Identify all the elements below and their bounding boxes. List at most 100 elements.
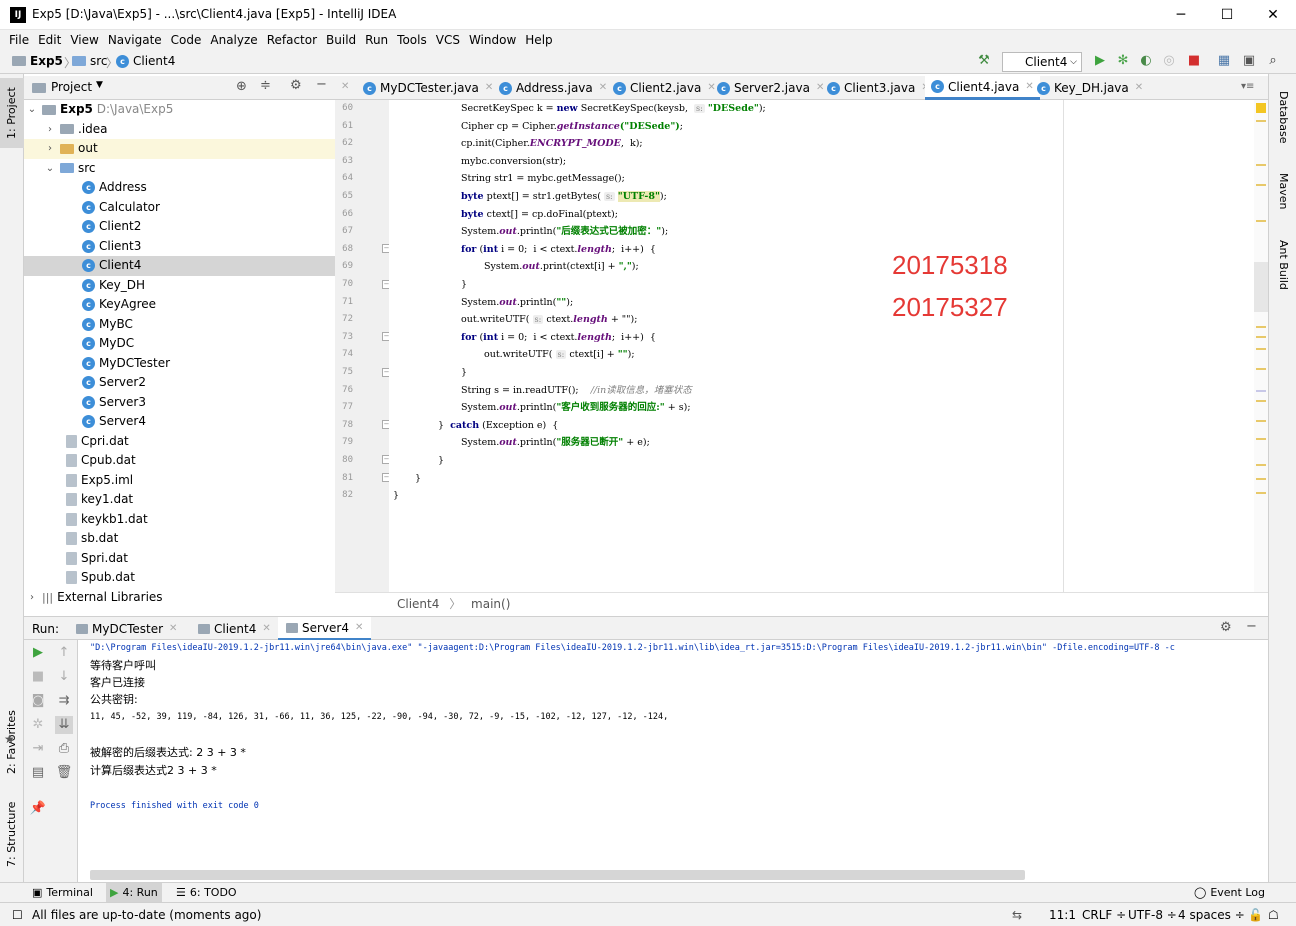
debug-icon[interactable]: ✻ (1115, 53, 1131, 69)
editor-scrollbar[interactable] (1254, 100, 1268, 592)
breadcrumb-project[interactable]: Exp5 (12, 54, 63, 68)
terminal-tool-tab[interactable]: ▣ Terminal (32, 883, 93, 903)
menu-tools[interactable]: Tools (394, 30, 430, 50)
maximize-button[interactable]: ☐ (1204, 0, 1250, 30)
tree-item-src[interactable]: ⌄ src (24, 159, 335, 179)
run-icon[interactable]: ▶ (1092, 53, 1108, 69)
menu-navigate[interactable]: Navigate (105, 30, 165, 50)
tree-item-client4[interactable]: c Client4 (24, 256, 335, 276)
tree-item-mydc[interactable]: c MyDC (24, 334, 335, 354)
hide-panel-icon[interactable]: − (1246, 619, 1257, 634)
tree-item-cpub-dat[interactable]: Cpub.dat (24, 451, 335, 471)
hide-panel-icon[interactable]: − (316, 77, 327, 92)
rerun-icon[interactable]: ▶ (29, 644, 47, 662)
file-encoding[interactable]: UTF-8 ÷ (1128, 906, 1177, 924)
layout-icon[interactable]: ▤ (29, 764, 47, 782)
scroll-thumb[interactable] (1254, 262, 1268, 312)
menu-vcs[interactable]: VCS (433, 30, 463, 50)
terminal-window-icon[interactable]: ▣ (1241, 53, 1257, 69)
database-tool-tab[interactable]: Database (1269, 82, 1296, 152)
menu-build[interactable]: Build (323, 30, 359, 50)
close-button[interactable]: ✕ (1250, 0, 1296, 30)
breadcrumb-src[interactable]: src (72, 54, 108, 68)
menu-file[interactable]: File (6, 30, 32, 50)
project-structure-icon[interactable]: ▦ (1216, 53, 1232, 69)
tab-server2[interactable]: c Server2.java ✕ (711, 76, 830, 100)
menu-code[interactable]: Code (168, 30, 205, 50)
menu-view[interactable]: View (67, 30, 101, 50)
structure-tool-tab[interactable]: 7: Structure (0, 792, 24, 876)
line-separator[interactable]: CRLF ÷ (1082, 906, 1126, 924)
project-tool-tab[interactable]: 1: Project (0, 78, 24, 148)
tree-item-idea[interactable]: › .idea (24, 120, 335, 140)
git-branch-icon[interactable]: ⇆ (1012, 906, 1022, 924)
tree-item-sb-dat[interactable]: sb.dat (24, 529, 335, 549)
stop-icon[interactable]: ■ (29, 668, 47, 686)
tab-client3[interactable]: cClient3.java✕ (821, 76, 936, 100)
console-horizontal-scrollbar[interactable] (90, 870, 1025, 880)
close-icon[interactable]: ✕ (169, 617, 177, 641)
console-output[interactable]: "D:\Program Files\ideaIU-2019.1.2-jbr11.… (78, 640, 1268, 882)
exit-icon[interactable]: ⇥ (29, 740, 47, 758)
trash-icon[interactable]: 🗑 (55, 764, 73, 782)
project-view-select[interactable]: Project (51, 80, 92, 94)
profile-icon[interactable]: ◎ (1161, 53, 1177, 69)
close-icon[interactable]: ✕ (355, 616, 363, 640)
build-hammer-icon[interactable]: ⚒ (976, 53, 992, 69)
tree-item-client3[interactable]: c Client3 (24, 237, 335, 257)
menu-edit[interactable]: Edit (35, 30, 64, 50)
run-tab-mydctester[interactable]: MyDCTester ✕ (68, 617, 185, 641)
collapse-all-icon[interactable]: ≑ (260, 78, 271, 93)
event-log-tool-tab[interactable]: ◯ Event Log (1194, 883, 1265, 903)
coverage-icon[interactable]: ◐ (1138, 53, 1154, 69)
soft-wrap-icon[interactable]: ⇉ (55, 692, 73, 710)
tree-item-mybc[interactable]: c MyBC (24, 315, 335, 335)
run-tool-tab[interactable]: ▶ 4: Run (106, 883, 162, 903)
tree-item-address[interactable]: c Address (24, 178, 335, 198)
tree-item-calculator[interactable]: c Calculator (24, 198, 335, 218)
run-configuration-select[interactable]: Client4 ⌵ (1002, 52, 1082, 72)
tree-item-spub-dat[interactable]: Spub.dat (24, 568, 335, 588)
tree-item-key-dh[interactable]: c Key_DH (24, 276, 335, 296)
breadcrumb-file[interactable]: c Client4 (116, 54, 175, 68)
pin-icon[interactable]: 📌 (29, 800, 47, 818)
tree-item-external-libraries[interactable]: › ||| External Libraries (24, 588, 335, 608)
stop-icon[interactable]: ■ (1186, 53, 1202, 69)
menu-help[interactable]: Help (522, 30, 555, 50)
maven-tool-tab[interactable]: Maven (1269, 164, 1296, 218)
search-icon[interactable]: ⌕ (1265, 53, 1281, 69)
caret-position[interactable]: 11:1 (1049, 906, 1076, 924)
tab-key-dh[interactable]: c Key_DH.java ✕ (1031, 76, 1149, 100)
tree-item-keyagree[interactable]: c KeyAgree (24, 295, 335, 315)
menu-run[interactable]: Run (362, 30, 391, 50)
breadcrumb-method[interactable]: main() (471, 597, 510, 611)
tree-item-key1-dat[interactable]: key1.dat (24, 490, 335, 510)
menu-window[interactable]: Window (466, 30, 519, 50)
locate-icon[interactable]: ⊕ (236, 79, 247, 94)
run-tab-client4[interactable]: Client4 ✕ (190, 617, 279, 641)
menu-refactor[interactable]: Refactor (264, 30, 320, 50)
tree-item-mydctester[interactable]: c MyDCTester (24, 354, 335, 374)
ant-build-tool-tab[interactable]: Ant Build (1269, 232, 1296, 298)
tree-item-server3[interactable]: c Server3 (24, 393, 335, 413)
indent-setting[interactable]: 4 spaces ÷ (1178, 906, 1245, 924)
print-icon[interactable]: ⎙ (55, 740, 73, 758)
tree-item-out[interactable]: › out (24, 139, 335, 159)
run-tab-server4[interactable]: Server4 ✕ (278, 616, 372, 641)
scroll-down-icon[interactable]: ↓ (55, 668, 73, 686)
close-icon[interactable]: ✕ (262, 617, 270, 641)
tab-client4[interactable]: c Client4.java ✕ (925, 76, 1040, 100)
tree-item-cpri-dat[interactable]: Cpri.dat (24, 432, 335, 452)
scroll-up-icon[interactable]: ↑ (55, 644, 73, 662)
tree-item-keykb1-dat[interactable]: keykb1.dat (24, 510, 335, 530)
tree-item-spri-dat[interactable]: Spri.dat (24, 549, 335, 569)
tree-item-server2[interactable]: c Server2 (24, 373, 335, 393)
breadcrumb-class[interactable]: Client4 (397, 597, 439, 611)
tree-item-server4[interactable]: c Server4 (24, 412, 335, 432)
tab-client2[interactable]: c Client2.java ✕ (607, 76, 722, 100)
scroll-to-end-icon[interactable]: ⇊ (55, 716, 73, 734)
gear-icon[interactable]: ⚙ (290, 78, 302, 93)
close-icon[interactable]: ✕ (341, 81, 349, 92)
tree-item-exp5-iml[interactable]: Exp5.iml (24, 471, 335, 491)
close-icon[interactable]: ✕ (599, 76, 607, 100)
